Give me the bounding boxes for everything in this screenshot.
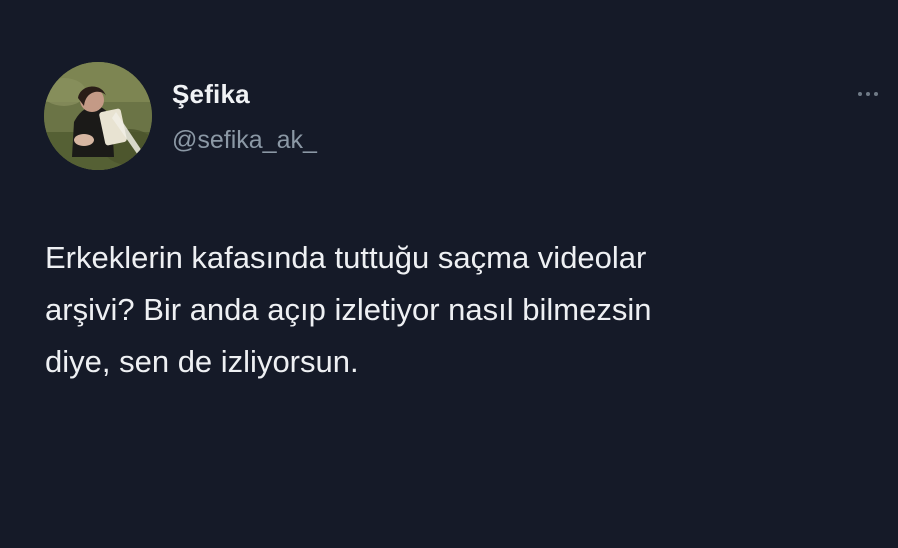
more-horizontal-icon: [874, 92, 878, 96]
tweet-text-line: Erkeklerin kafasında tuttuğu saçma video…: [45, 240, 647, 275]
tweet-card: Şefika @sefika_ak_ Erkeklerin kafasında …: [0, 0, 898, 548]
tweet-text-line: arşivi? Bir anda açıp izletiyor nasıl bi…: [45, 292, 652, 327]
user-handle[interactable]: @sefika_ak_: [172, 126, 317, 155]
more-options-button[interactable]: [846, 80, 890, 108]
tweet-text: Erkeklerin kafasında tuttuğu saçma video…: [45, 232, 875, 388]
more-horizontal-icon: [866, 92, 870, 96]
more-horizontal-icon: [858, 92, 862, 96]
avatar[interactable]: [44, 62, 152, 170]
tweet-text-line: diye, sen de izliyorsun.: [45, 344, 359, 379]
profile-photo: [44, 62, 152, 170]
display-name[interactable]: Şefika: [172, 79, 250, 110]
